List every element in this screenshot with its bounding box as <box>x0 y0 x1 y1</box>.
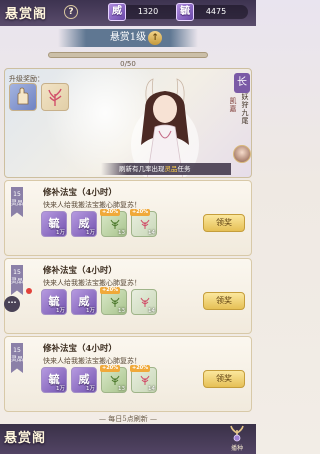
item-count: 1万 <box>86 386 95 392</box>
plant-icon <box>48 88 62 106</box>
currency-icon: 毓 <box>176 3 194 21</box>
bonus-tag: +20% <box>100 287 121 294</box>
bonus-tag: +20% <box>100 209 121 216</box>
npc-avatar-button[interactable] <box>233 145 251 163</box>
reward-item[interactable]: 毓 1万 <box>41 367 67 393</box>
reward-item[interactable]: 14 <box>131 289 157 315</box>
item-count: 13 <box>118 386 125 392</box>
item-count: 1万 <box>86 308 95 314</box>
item-count: 13 <box>118 308 125 314</box>
reward-item[interactable]: 毓 1万 <box>41 289 67 315</box>
task-description: 快来人给我搬法宝搬心肺复苏！ <box>43 357 141 365</box>
currency-icon: 威 <box>108 3 126 21</box>
refresh-note-highlight: 灵品 <box>164 165 178 173</box>
page-title: 悬赏阁 <box>5 7 48 22</box>
bottom-bar: 悬赏阁 播种 <box>0 424 256 454</box>
reward-item[interactable]: +20% 14 <box>130 365 157 393</box>
reward-item[interactable]: +20% 14 <box>130 209 157 237</box>
back-button[interactable]: 悬赏阁 <box>4 427 46 446</box>
task-tag: 灵品 <box>11 278 24 285</box>
sow-button[interactable]: 播种 <box>222 424 252 454</box>
reward-item[interactable]: +20% 13 <box>100 365 127 393</box>
top-bar: 悬赏阁 ? 1320 威 4475 毓 <box>0 0 256 26</box>
task-description: 快来人给我搬法宝搬心肺复苏！ <box>43 201 141 209</box>
reward-slot-hand-icon[interactable] <box>9 83 37 111</box>
chat-bubble-button[interactable]: ··· <box>4 296 20 312</box>
task-level-ribbon: 15 灵品 <box>11 265 23 295</box>
hand-icon <box>17 87 29 105</box>
level-upgrade-button[interactable]: ↑ <box>148 31 162 45</box>
reward-item[interactable]: 毓 1万 <box>41 211 67 237</box>
bonus-tag: +20% <box>130 209 151 216</box>
item-count: 1万 <box>86 230 95 236</box>
progress-text: 0/50 <box>120 60 136 68</box>
level-progress-bar <box>48 52 208 58</box>
reward-item[interactable]: +20% 13 <box>100 209 127 237</box>
item-count: 1万 <box>56 308 65 314</box>
task-tag: 灵品 <box>11 200 24 207</box>
claim-button[interactable]: 领奖 <box>203 214 245 232</box>
reward-item[interactable]: 威 1万 <box>71 211 97 237</box>
task-card: 15 灵品 修补法宝（4小时） 快来人给我搬法宝搬心肺复苏！ 毓 1万 威 1万 +2… <box>4 258 252 334</box>
item-count: 14 <box>148 308 155 314</box>
daily-refresh-note: — 每日5点刷新 — <box>99 415 157 423</box>
claim-button[interactable]: 领奖 <box>203 292 245 310</box>
character-name: 妖狩九尾 <box>241 93 249 125</box>
help-button[interactable]: ? <box>64 5 78 19</box>
item-count: 14 <box>148 230 155 236</box>
reward-item[interactable]: 威 1万 <box>71 289 97 315</box>
task-title: 修补法宝（4小时） <box>43 188 117 198</box>
refresh-note: 刷新有几率出现灵品任务 <box>101 163 231 175</box>
refresh-note-suffix: 任务 <box>177 165 191 173</box>
notification-dot <box>26 288 32 294</box>
reward-slot-plant-icon[interactable] <box>41 83 69 111</box>
task-level-ribbon: 15 灵品 <box>11 187 23 217</box>
reward-item[interactable]: 威 1万 <box>71 367 97 393</box>
refresh-note-prefix: 刷新有几率出现 <box>119 165 165 173</box>
item-count: 1万 <box>56 386 65 392</box>
bonus-tag: +20% <box>100 365 121 372</box>
task-title: 修补法宝（4小时） <box>43 344 117 354</box>
task-card: 15 灵品 修补法宝（4小时） 快来人给我搬法宝搬心肺复苏！ 毓 1万 威 1万 +2… <box>4 180 252 256</box>
task-description: 快来人给我搬法宝搬心肺复苏！ <box>43 279 141 287</box>
item-count: 14 <box>148 386 155 392</box>
task-tag: 灵品 <box>11 356 24 363</box>
task-title: 修补法宝（4小时） <box>43 266 117 276</box>
task-level: 15 <box>13 269 21 276</box>
hero-panel: 升级奖励： 长 妖狩九尾 凯嘉 刷新有几率出现灵品任务 <box>4 68 252 178</box>
sow-label: 播种 <box>230 445 243 452</box>
item-count: 1万 <box>56 230 65 236</box>
claim-button[interactable]: 领奖 <box>203 370 245 388</box>
seed-icon <box>230 425 244 442</box>
task-card: 15 灵品 修补法宝（4小时） 快来人给我搬法宝搬心肺复苏！ 毓 1万 威 1万 +2… <box>4 336 252 412</box>
reward-item[interactable]: +20% 13 <box>100 287 127 315</box>
bonus-tag: +20% <box>130 365 151 372</box>
rank-badge: 长 <box>234 73 250 93</box>
task-level: 15 <box>13 191 21 198</box>
task-level: 15 <box>13 347 21 354</box>
item-count: 13 <box>118 230 125 236</box>
level-banner: 悬赏1级 <box>58 29 198 47</box>
character-title: 凯嘉 <box>229 97 237 113</box>
task-level-ribbon: 15 灵品 <box>11 343 23 373</box>
